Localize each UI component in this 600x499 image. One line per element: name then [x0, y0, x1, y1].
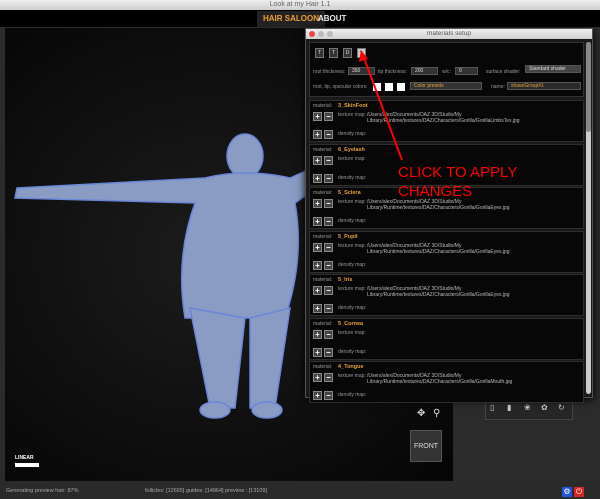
annotation-text: CLICK TO APPLY CHANGES	[398, 164, 517, 200]
annotation-arrow	[359, 50, 403, 161]
